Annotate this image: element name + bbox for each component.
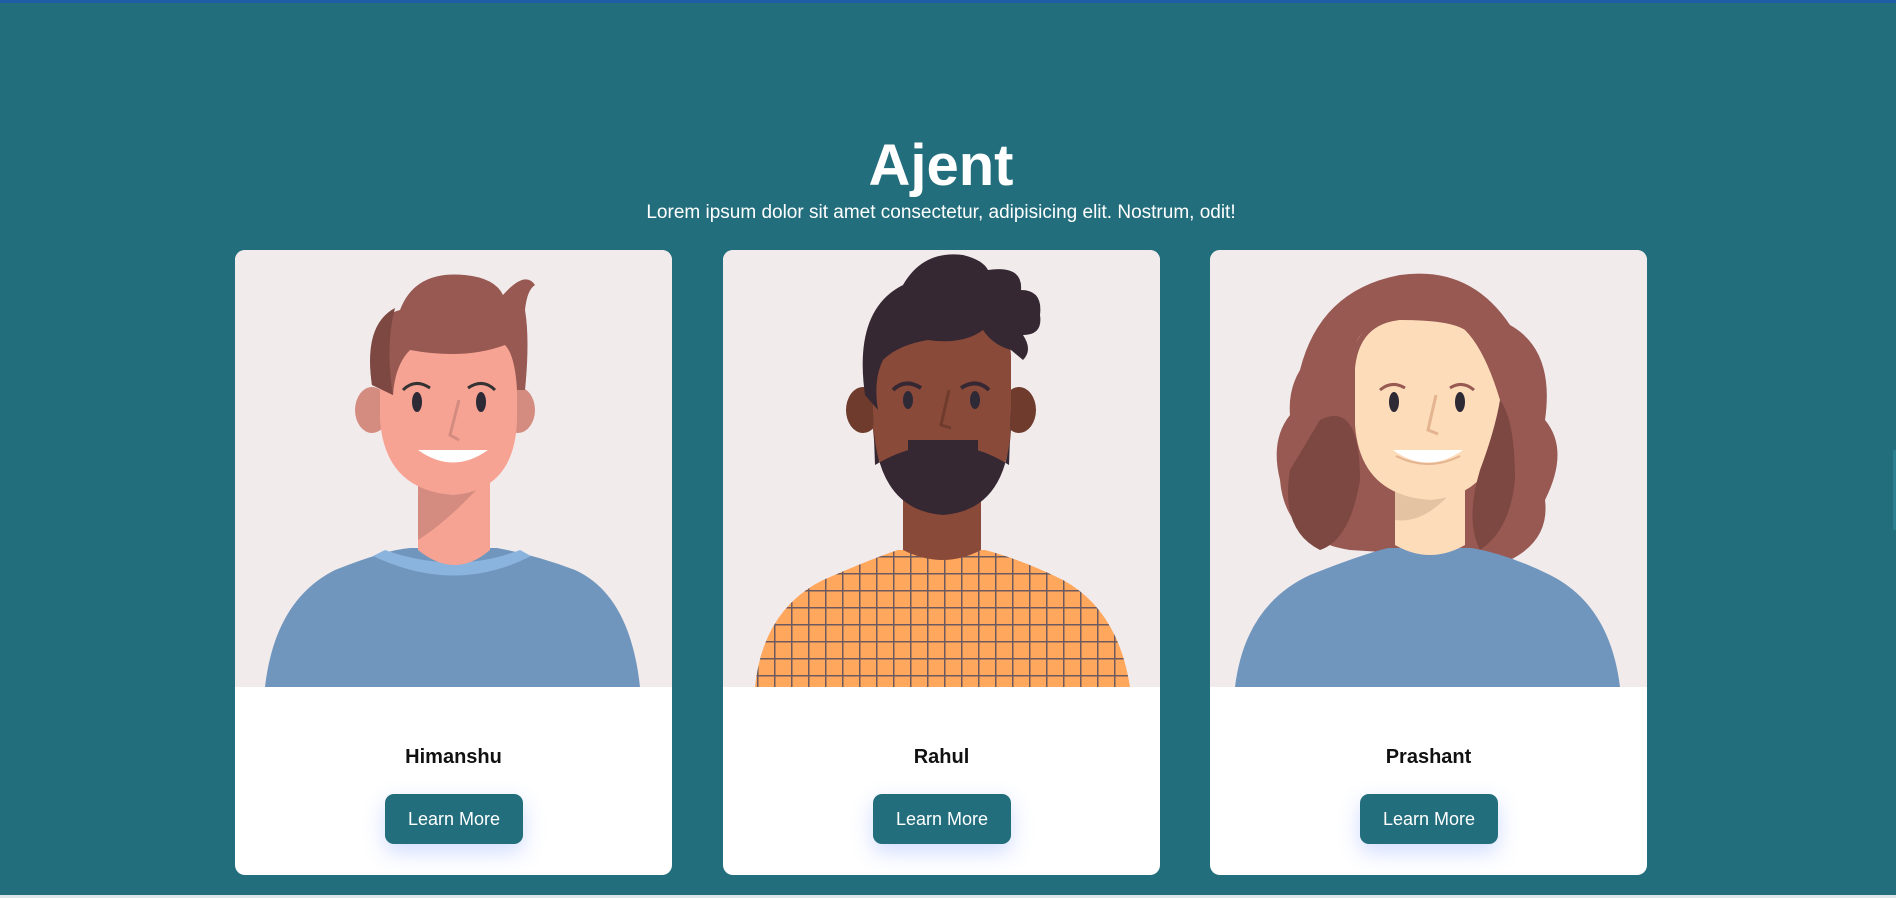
- learn-more-button[interactable]: Learn More: [1360, 794, 1498, 844]
- man-avatar-beard-icon: [723, 250, 1160, 687]
- team-card: Himanshu Learn More: [235, 250, 672, 875]
- card-name: Himanshu: [405, 746, 502, 768]
- learn-more-button[interactable]: Learn More: [385, 794, 523, 844]
- card-name: Rahul: [913, 746, 970, 768]
- page-subtitle: Lorem ipsum dolor sit amet consectetur, …: [646, 202, 1236, 223]
- team-card: Rahul Learn More: [723, 250, 1160, 875]
- page-title: Ajent: [868, 133, 1014, 198]
- team-card: Prashant Learn More: [1210, 250, 1647, 875]
- learn-more-button[interactable]: Learn More: [873, 794, 1011, 844]
- woman-avatar-long-hair-icon: [1210, 250, 1647, 687]
- man-avatar-brown-hair-icon: [235, 250, 672, 687]
- top-border: [0, 0, 1896, 3]
- card-name: Prashant: [1385, 746, 1472, 768]
